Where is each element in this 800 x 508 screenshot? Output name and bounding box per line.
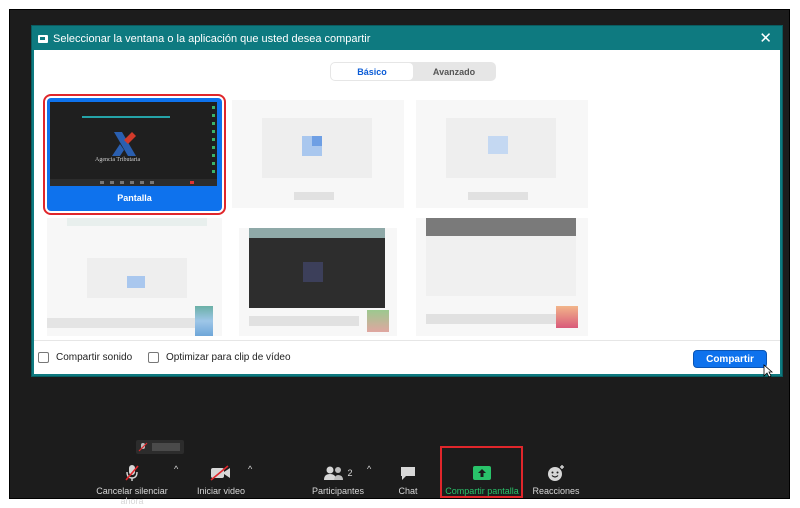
share-tabs: Básico Avanzado — [330, 62, 496, 81]
share-screen-dialog: Seleccionar la ventana o la aplicación q… — [32, 26, 782, 378]
chat-bubble-icon — [401, 467, 415, 480]
optimize-video-checkbox[interactable]: Optimizar para clip de vídeo — [148, 352, 291, 363]
start-video-label: Iniciar video — [196, 486, 246, 496]
dialog-title: Seleccionar la ventana o la aplicación q… — [53, 33, 371, 45]
share-tile-window-5[interactable] — [416, 218, 588, 336]
share-screen-icon — [473, 466, 491, 480]
share-tile-window-3[interactable] — [47, 218, 222, 336]
video-camera-off-icon — [210, 465, 230, 481]
share-button[interactable]: Compartir — [693, 350, 767, 368]
participants-icon — [324, 466, 344, 480]
checkbox-icon[interactable] — [148, 352, 159, 363]
reactions-button[interactable]: Reacciones — [530, 464, 582, 496]
mute-options-caret[interactable]: ^ — [174, 464, 178, 474]
tab-basico[interactable]: Básico — [331, 63, 413, 80]
microphone-muted-icon — [125, 465, 139, 481]
screen-tile-label: Pantalla — [117, 193, 152, 203]
share-sound-checkbox[interactable]: Compartir sonido — [38, 352, 132, 363]
mute-button[interactable]: Cancelar silenciar ahora — [84, 464, 180, 506]
tab-avanzado[interactable]: Avanzado — [413, 63, 495, 80]
agencia-tributaria-logo — [112, 132, 136, 156]
video-options-caret[interactable]: ^ — [248, 464, 252, 474]
share-screen-button[interactable]: Compartir pantalla — [442, 464, 522, 496]
chat-label: Chat — [398, 486, 418, 496]
mute-label: Cancelar silenciar ahora — [96, 486, 168, 506]
meeting-window: Seleccionar la ventana o la aplicación q… — [9, 9, 790, 506]
share-tile-window-4[interactable] — [239, 228, 397, 336]
dialog-title-bar: Seleccionar la ventana o la aplicación q… — [34, 28, 780, 50]
reactions-label: Reacciones — [532, 486, 580, 496]
close-icon[interactable]: ✕ — [759, 30, 772, 48]
participants-count: 2 — [347, 468, 353, 478]
share-sound-label: Compartir sonido — [56, 352, 133, 363]
meeting-toolbar: Cancelar silenciar ahora ^ Iniciar video… — [10, 450, 789, 506]
share-screen-label: Compartir pantalla — [445, 486, 519, 496]
share-tile-window-1[interactable] — [232, 100, 404, 208]
optimize-video-label: Optimizar para clip de vídeo — [166, 352, 291, 363]
participants-label: Participantes — [311, 486, 365, 496]
screen-thumbnail: Agencia Tributaria — [50, 102, 217, 186]
smiley-icon — [548, 465, 564, 481]
share-tile-pantalla[interactable]: Agencia Tributaria Pantalla — [43, 94, 226, 215]
chat-button[interactable]: Chat — [392, 464, 424, 496]
share-tile-window-2[interactable] — [416, 100, 588, 208]
start-video-button[interactable]: Iniciar video — [190, 464, 252, 496]
checkbox-icon[interactable] — [38, 352, 49, 363]
participants-button[interactable]: 2 Participantes — [300, 464, 376, 496]
participants-options-caret[interactable]: ^ — [367, 464, 371, 474]
zoom-app-icon — [38, 35, 48, 43]
mouse-cursor-icon — [763, 364, 773, 378]
thumb-caption: Agencia Tributaria — [95, 157, 141, 163]
